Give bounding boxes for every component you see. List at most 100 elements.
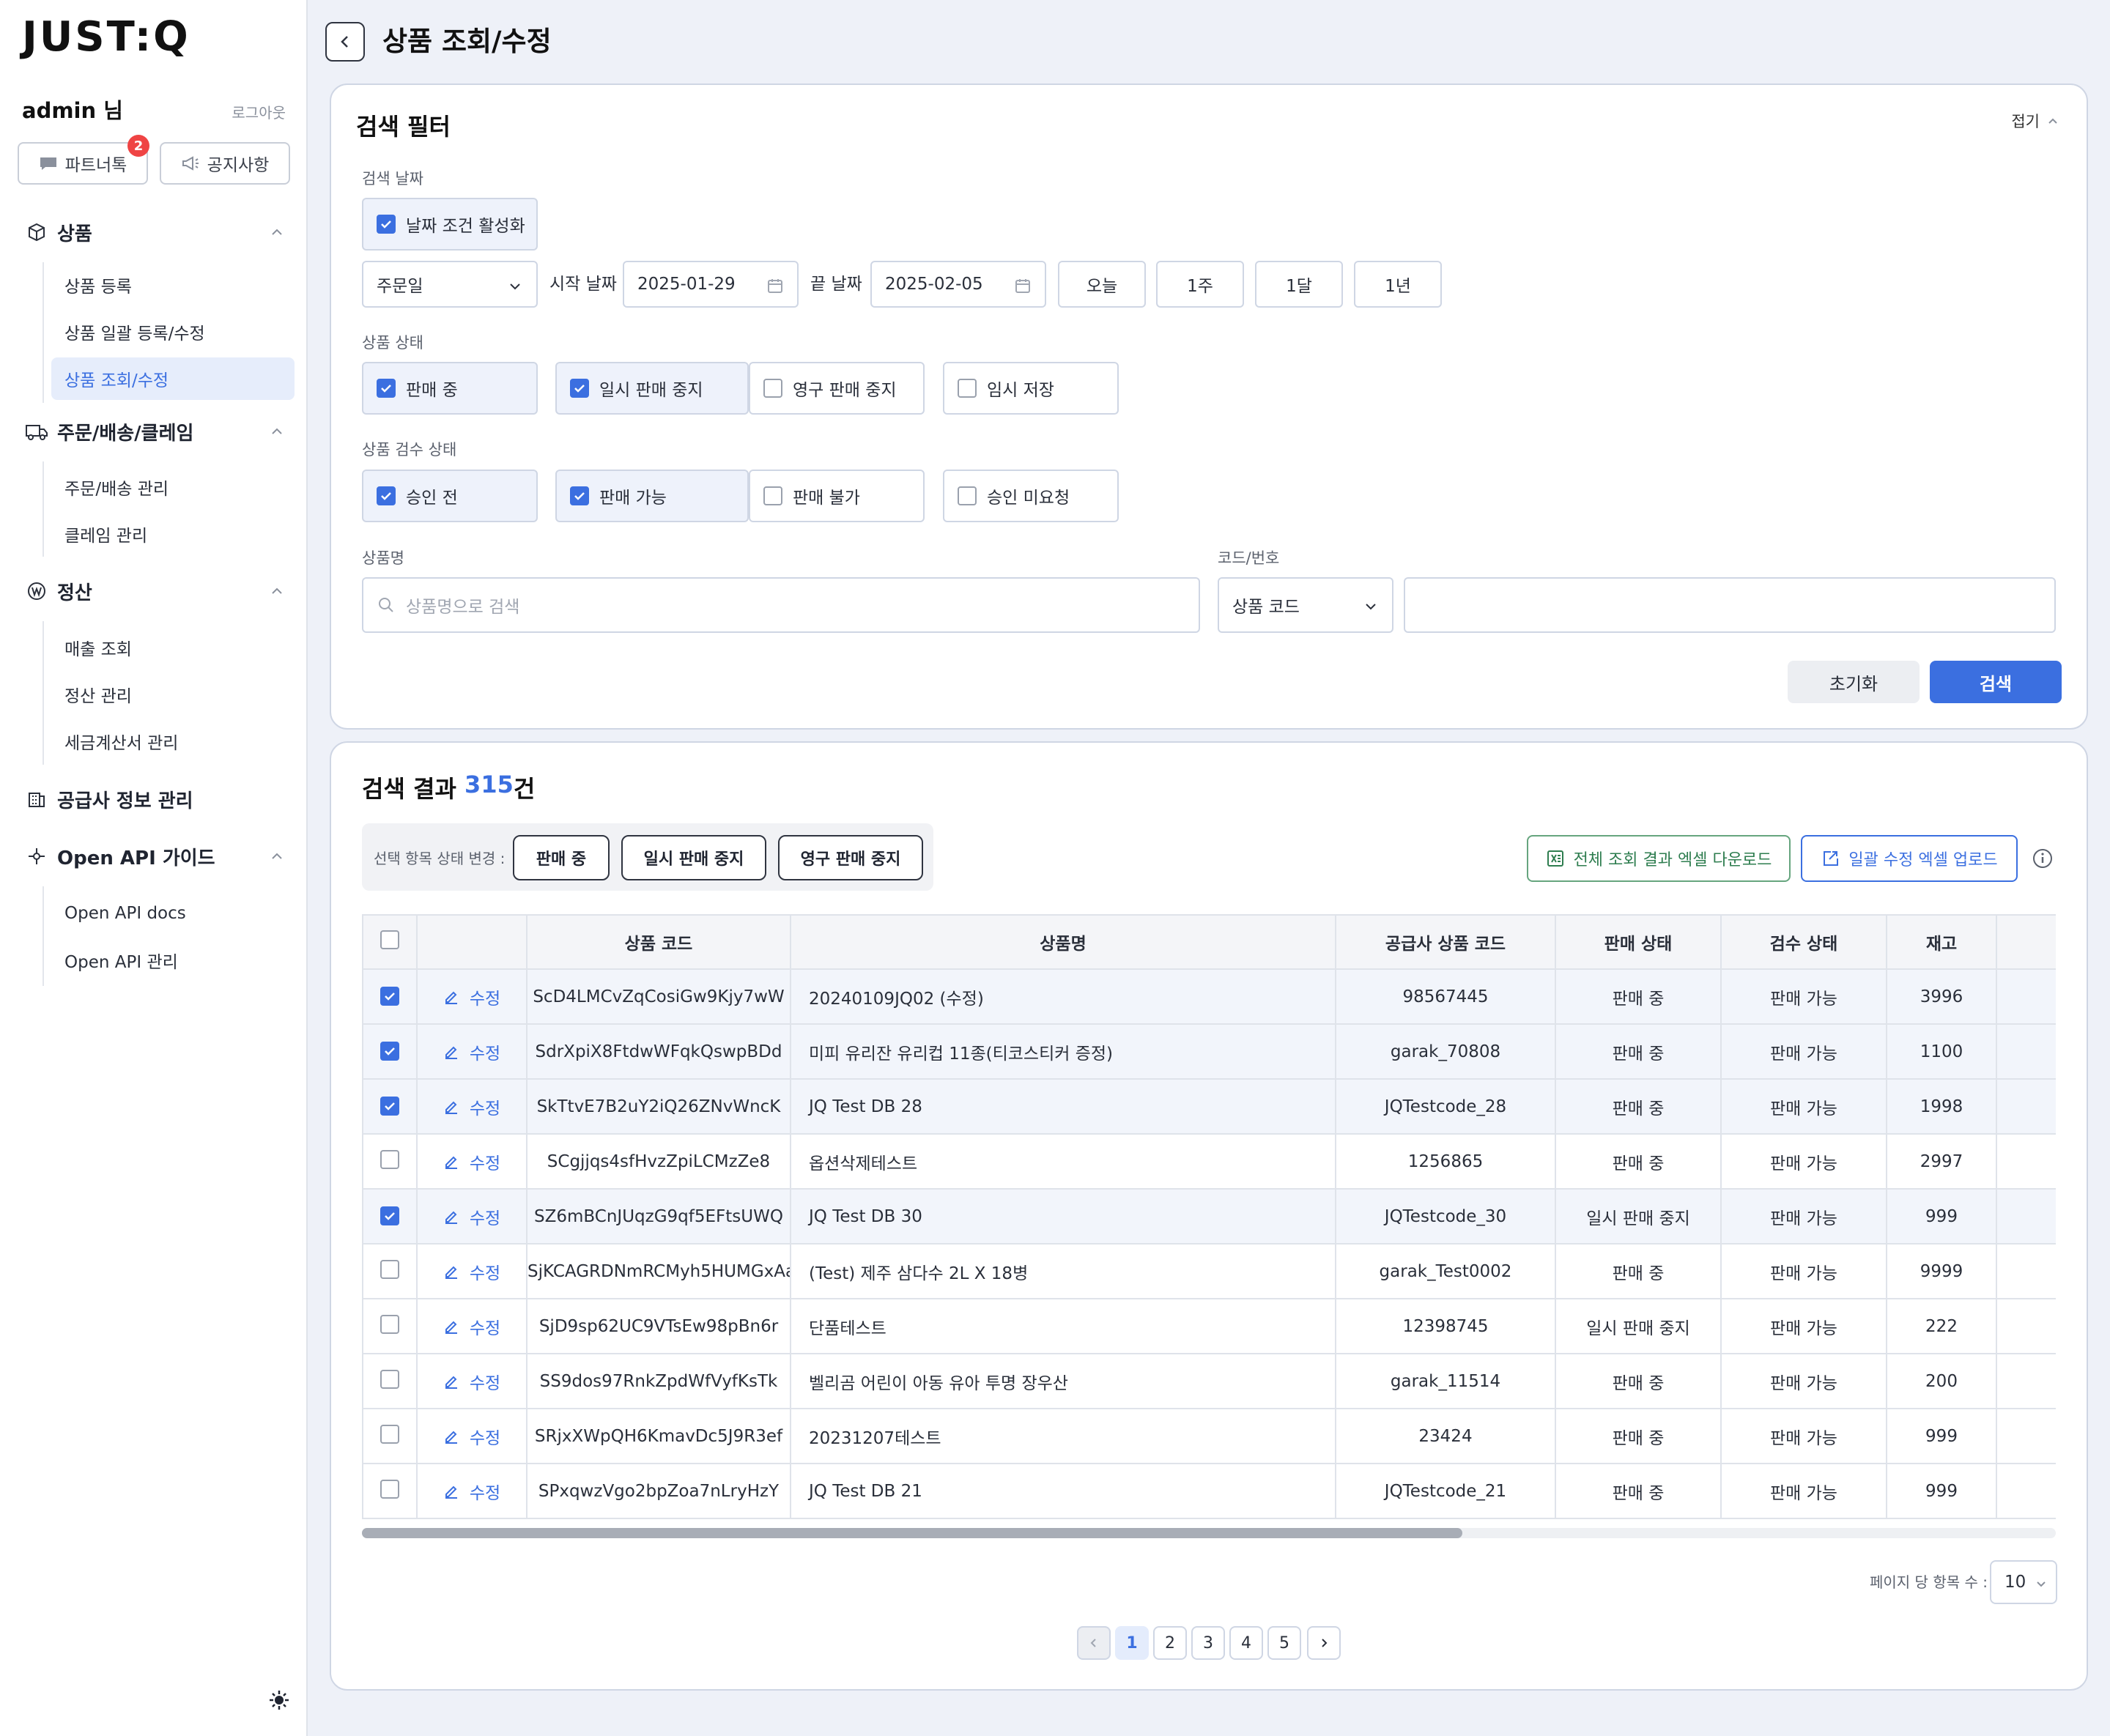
row-checkbox[interactable] (380, 1424, 399, 1444)
select-all-checkbox[interactable] (380, 930, 399, 949)
row-select-cell[interactable] (362, 1298, 418, 1354)
partner-talk-button[interactable]: 파트너톡 2 (18, 135, 149, 185)
row-checkbox[interactable] (380, 1041, 399, 1061)
edit-link[interactable]: 수정 (443, 984, 500, 1009)
edit-cell[interactable]: 수정 (416, 1408, 528, 1464)
nav-item-sales[interactable]: 매출 조회 (51, 626, 295, 669)
row-select-cell[interactable] (362, 1243, 418, 1299)
status-option[interactable]: 영구 판매 중지 (749, 362, 925, 415)
nav-section-product[interactable]: 상품 (25, 214, 284, 251)
row-checkbox[interactable] (380, 1479, 399, 1499)
edit-link[interactable]: 수정 (443, 1259, 500, 1284)
page-button[interactable]: 4 (1229, 1626, 1263, 1660)
row-checkbox[interactable] (380, 1149, 399, 1169)
row-select-cell[interactable] (362, 1023, 418, 1080)
code-type-select[interactable]: 상품 코드 (1218, 577, 1393, 633)
info-icon[interactable] (2032, 848, 2053, 869)
reset-button[interactable]: 초기화 (1788, 661, 1920, 703)
row-select-cell[interactable] (362, 1078, 418, 1135)
edit-cell[interactable]: 수정 (416, 1078, 528, 1135)
row-checkbox[interactable] (380, 986, 399, 1006)
nav-item-api-docs[interactable]: Open API docs (51, 892, 295, 935)
review-option[interactable]: 승인 전 (362, 470, 538, 522)
edit-link[interactable]: 수정 (443, 1149, 500, 1174)
row-checkbox[interactable] (380, 1314, 399, 1334)
horizontal-scrollbar[interactable] (362, 1528, 2056, 1538)
nav-item-product-register[interactable]: 상품 등록 (51, 264, 295, 306)
code-input[interactable] (1404, 577, 2056, 633)
edit-cell[interactable]: 수정 (416, 1188, 528, 1244)
nav-section-open-api[interactable]: Open API 가이드 (25, 838, 284, 875)
search-button[interactable]: 검색 (1930, 661, 2062, 703)
edit-cell[interactable]: 수정 (416, 1133, 528, 1190)
set-on-sale-button[interactable]: 판매 중 (513, 835, 610, 880)
row-select-cell[interactable] (362, 1188, 418, 1244)
row-select-cell[interactable] (362, 1353, 418, 1409)
edit-link[interactable]: 수정 (443, 1204, 500, 1229)
edit-link[interactable]: 수정 (443, 1094, 500, 1119)
status-option[interactable]: 판매 중 (362, 362, 538, 415)
logout-link[interactable]: 로그아웃 (232, 101, 286, 122)
nav-section-order[interactable]: 주문/배송/클레임 (25, 413, 284, 450)
edit-cell[interactable]: 수정 (416, 1243, 528, 1299)
next-page-button[interactable] (1307, 1626, 1341, 1660)
edit-link[interactable]: 수정 (443, 1314, 500, 1339)
nav-item-product-bulk[interactable]: 상품 일괄 등록/수정 (51, 311, 295, 353)
row-checkbox[interactable] (380, 1259, 399, 1279)
row-select-cell[interactable] (362, 968, 418, 1025)
set-stopped-button[interactable]: 영구 판매 중지 (778, 835, 923, 880)
quick-month-button[interactable]: 1달 (1255, 261, 1343, 308)
nav-item-order-manage[interactable]: 주문/배송 관리 (51, 466, 295, 508)
nav-item-api-manage[interactable]: Open API 관리 (51, 939, 295, 982)
back-button[interactable] (325, 22, 365, 62)
quick-year-button[interactable]: 1년 (1354, 261, 1442, 308)
nav-section-settlement[interactable]: 정산 (25, 573, 284, 609)
sun-icon[interactable] (268, 1689, 290, 1711)
prev-page-button[interactable] (1077, 1626, 1111, 1660)
row-checkbox[interactable] (380, 1096, 399, 1116)
end-date-input[interactable]: 2025-02-05 (870, 261, 1046, 308)
edit-link[interactable]: 수정 (443, 1424, 500, 1449)
review-option[interactable]: 판매 가능 (555, 470, 749, 522)
nav-item-product-search[interactable]: 상품 조회/수정 (51, 357, 295, 400)
product-name-input[interactable]: 상품명으로 검색 (362, 577, 1200, 633)
notice-button[interactable]: 공지사항 (160, 142, 290, 185)
excel-download-button[interactable]: 전체 조회 결과 엑셀 다운로드 (1527, 835, 1791, 882)
status-option[interactable]: 임시 저장 (943, 362, 1119, 415)
review-option[interactable]: 판매 불가 (749, 470, 925, 522)
page-button[interactable]: 2 (1153, 1626, 1187, 1660)
quick-today-button[interactable]: 오늘 (1058, 261, 1146, 308)
edit-cell[interactable]: 수정 (416, 1463, 528, 1519)
date-enable-checkbox[interactable]: 날짜 조건 활성화 (362, 198, 538, 251)
row-select-cell[interactable] (362, 1133, 418, 1190)
status-option[interactable]: 일시 판매 중지 (555, 362, 749, 415)
select-all-cell[interactable] (362, 914, 418, 970)
row-select-cell[interactable] (362, 1408, 418, 1464)
nav-item-claim-manage[interactable]: 클레임 관리 (51, 513, 295, 555)
collapse-toggle[interactable]: 접기 (2011, 110, 2059, 132)
per-page-select[interactable]: 10 (1990, 1560, 2057, 1604)
edit-cell[interactable]: 수정 (416, 1023, 528, 1080)
set-paused-button[interactable]: 일시 판매 중지 (621, 835, 766, 880)
quick-week-button[interactable]: 1주 (1156, 261, 1244, 308)
edit-link[interactable]: 수정 (443, 1479, 500, 1504)
date-type-select[interactable]: 주문일 (362, 261, 538, 308)
edit-link[interactable]: 수정 (443, 1039, 500, 1064)
row-checkbox[interactable] (380, 1369, 399, 1389)
review-option[interactable]: 승인 미요청 (943, 470, 1119, 522)
page-button[interactable]: 5 (1267, 1626, 1301, 1660)
excel-upload-button[interactable]: 일괄 수정 엑셀 업로드 (1801, 835, 2018, 882)
page-button[interactable]: 1 (1115, 1626, 1149, 1660)
row-checkbox[interactable] (380, 1206, 399, 1225)
nav-item-settlement[interactable]: 정산 관리 (51, 673, 295, 716)
edit-cell[interactable]: 수정 (416, 1298, 528, 1354)
nav-section-supplier[interactable]: 공급사 정보 관리 (25, 781, 284, 817)
edit-link[interactable]: 수정 (443, 1369, 500, 1394)
edit-cell[interactable]: 수정 (416, 968, 528, 1025)
scrollbar-thumb[interactable] (362, 1528, 1462, 1538)
start-date-input[interactable]: 2025-01-29 (623, 261, 799, 308)
nav-item-tax-invoice[interactable]: 세금계산서 관리 (51, 720, 295, 763)
page-button[interactable]: 3 (1191, 1626, 1225, 1660)
row-select-cell[interactable] (362, 1463, 418, 1519)
edit-cell[interactable]: 수정 (416, 1353, 528, 1409)
